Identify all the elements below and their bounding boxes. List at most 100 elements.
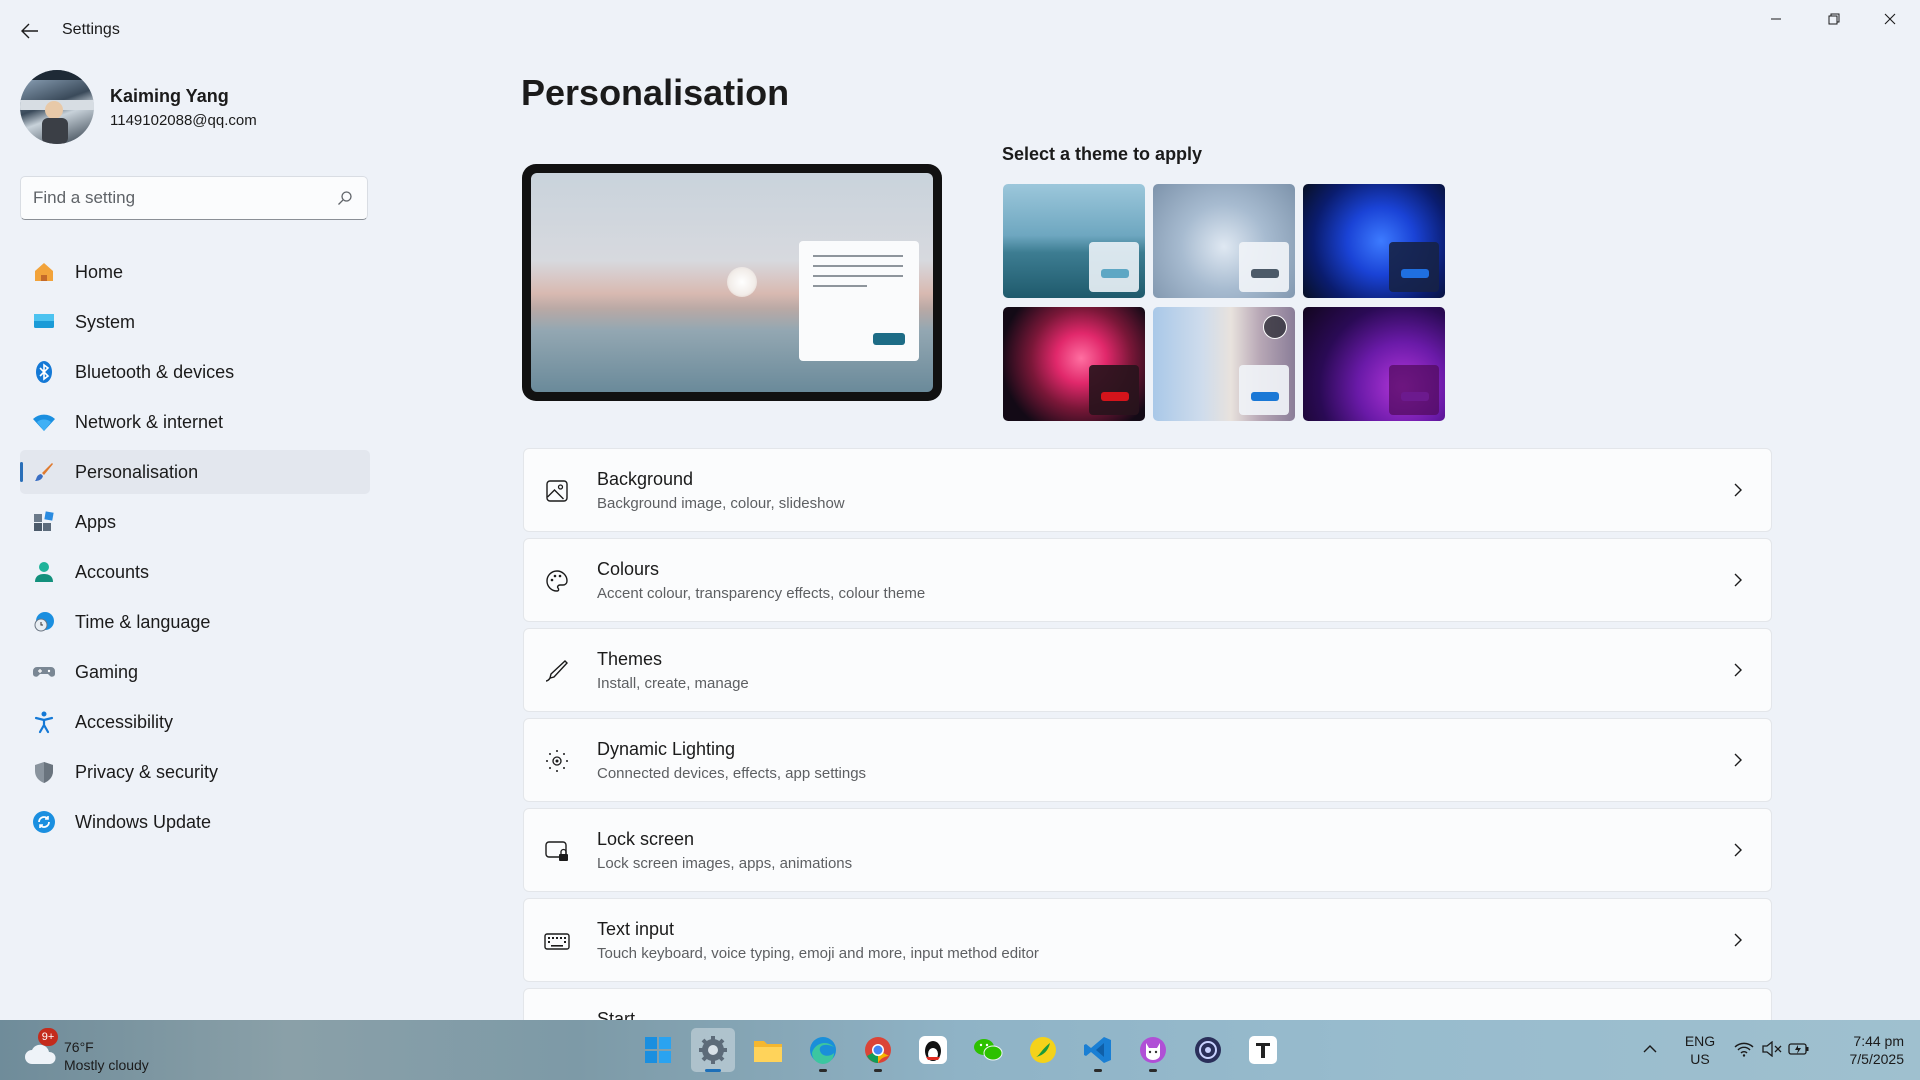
running-indicator — [1094, 1069, 1102, 1072]
app-icon — [1030, 1037, 1056, 1063]
back-button[interactable] — [14, 16, 46, 46]
lighting-icon — [546, 750, 568, 772]
tray-overflow-button[interactable] — [1636, 1020, 1666, 1080]
running-indicator — [874, 1069, 882, 1072]
theme-bloom-light[interactable] — [1153, 184, 1295, 298]
preview-line — [813, 275, 903, 277]
spotlight-badge-icon — [1263, 315, 1287, 339]
user-profile[interactable]: Kaiming Yang 1149102088@qq.com — [20, 70, 380, 146]
theme-accent-bar — [1401, 392, 1429, 401]
sidebar-item-windows-update[interactable]: Windows Update — [20, 800, 370, 844]
chevron-right-icon — [1734, 483, 1742, 497]
taskbar-typora[interactable] — [1241, 1028, 1285, 1072]
restore-button[interactable] — [1810, 4, 1858, 34]
theme-chip — [1239, 242, 1289, 292]
row-subtitle: Install, create, manage — [597, 675, 749, 692]
preview-window — [799, 241, 919, 361]
qq-icon — [919, 1036, 947, 1064]
apps-icon — [34, 511, 54, 531]
setting-row-dynamic-lighting[interactable]: Dynamic Lighting Connected devices, effe… — [523, 718, 1772, 802]
chrome-icon — [865, 1037, 891, 1063]
system-tray-icons[interactable] — [1732, 1020, 1812, 1080]
weather-widget[interactable]: 9+ 76°F Mostly cloudy — [24, 1028, 224, 1074]
home-icon — [35, 263, 53, 281]
search-icon[interactable] — [337, 190, 353, 206]
input-language[interactable]: ENG US — [1680, 1032, 1720, 1068]
sidebar-item-accessibility[interactable]: Accessibility — [20, 700, 370, 744]
preview-line — [813, 285, 867, 287]
search-box[interactable] — [20, 176, 368, 220]
keyboard-region: US — [1690, 1051, 1710, 1067]
preview-wallpaper — [531, 173, 933, 392]
taskbar-chrome[interactable] — [856, 1028, 900, 1072]
speaker-muted-icon — [1762, 1041, 1782, 1057]
update-icon — [33, 811, 55, 833]
taskbar-edge[interactable] — [801, 1028, 845, 1072]
sidebar-item-label: Accounts — [75, 562, 150, 582]
close-button[interactable] — [1866, 4, 1914, 34]
sidebar-item-label: Network & internet — [75, 412, 224, 432]
chevron-right-icon — [1734, 843, 1742, 857]
sidebar-item-time-language[interactable]: Time & language — [20, 600, 370, 644]
sidebar-item-system[interactable]: System — [20, 300, 370, 344]
sidebar-item-bluetooth[interactable]: Bluetooth & devices — [20, 350, 370, 394]
theme-chip — [1239, 365, 1289, 415]
taskbar-wechat[interactable] — [966, 1028, 1010, 1072]
sidebar-item-privacy[interactable]: Privacy & security — [20, 750, 370, 794]
keyboard-icon — [544, 933, 570, 950]
clock[interactable]: 7:44 pm 7/5/2025 — [1822, 1032, 1905, 1068]
row-subtitle: Lock screen images, apps, animations — [597, 855, 853, 872]
theme-preview — [522, 164, 942, 401]
sidebar-item-accounts[interactable]: Accounts — [20, 550, 370, 594]
setting-row-colours[interactable]: Colours Accent colour, transparency effe… — [523, 538, 1772, 622]
sidebar-item-home[interactable]: Home — [20, 250, 370, 294]
search-input[interactable] — [33, 185, 323, 211]
taskbar-qq[interactable] — [911, 1028, 955, 1072]
shield-icon — [35, 762, 53, 783]
theme-chip — [1089, 365, 1139, 415]
gamepad-icon — [33, 667, 55, 677]
sidebar-item-apps[interactable]: Apps — [20, 500, 370, 544]
preview-sun — [727, 267, 757, 297]
title-bar: Settings — [0, 0, 1920, 60]
taskbar-cat-app[interactable] — [1131, 1028, 1175, 1072]
row-title: Themes — [597, 649, 663, 669]
edge-icon — [810, 1037, 836, 1064]
theme-chip — [1089, 242, 1139, 292]
row-title: Dynamic Lighting — [597, 739, 736, 759]
chevron-right-icon — [1734, 663, 1742, 677]
accounts-icon — [35, 562, 53, 582]
row-subtitle: Background image, colour, slideshow — [597, 495, 845, 512]
sidebar-item-label: Personalisation — [75, 462, 199, 482]
theme-captured-motion[interactable] — [1003, 307, 1145, 421]
wechat-icon — [974, 1039, 1003, 1061]
themes-grid — [1003, 184, 1449, 424]
taskbar-settings[interactable] — [691, 1028, 735, 1072]
taskbar-circle-app[interactable] — [1186, 1028, 1230, 1072]
notification-badge: 9+ — [38, 1028, 58, 1046]
setting-row-text-input[interactable]: Text input Touch keyboard, voice typing,… — [523, 898, 1772, 982]
minimize-button[interactable] — [1752, 4, 1800, 34]
sidebar-item-label: Windows Update — [75, 812, 212, 832]
theme-flow[interactable] — [1303, 307, 1445, 421]
sidebar-item-label: Home — [75, 262, 124, 282]
setting-row-themes[interactable]: Themes Install, create, manage — [523, 628, 1772, 712]
system-icon — [34, 314, 54, 328]
taskbar-vscode[interactable] — [1076, 1028, 1120, 1072]
chevron-right-icon — [1734, 753, 1742, 767]
taskbar-app[interactable] — [1021, 1028, 1065, 1072]
setting-row-background[interactable]: Background Background image, colour, sli… — [523, 448, 1772, 532]
taskbar-file-explorer[interactable] — [746, 1028, 790, 1072]
cat-app-icon — [1140, 1037, 1166, 1063]
setting-row-lock-screen[interactable]: Lock screen Lock screen images, apps, an… — [523, 808, 1772, 892]
sidebar-item-personalisation[interactable]: Personalisation — [20, 450, 370, 494]
sidebar-item-label: Gaming — [75, 662, 139, 682]
theme-spotlight[interactable] — [1153, 307, 1295, 421]
theme-accent-bar — [1251, 269, 1279, 278]
taskbar-start-button[interactable] — [636, 1028, 680, 1072]
theme-bloom-dark[interactable] — [1303, 184, 1445, 298]
sidebar-item-gaming[interactable]: Gaming — [20, 650, 370, 694]
cloud-icon — [25, 1044, 56, 1064]
theme-glow[interactable] — [1003, 184, 1145, 298]
sidebar-item-network[interactable]: Network & internet — [20, 400, 370, 444]
